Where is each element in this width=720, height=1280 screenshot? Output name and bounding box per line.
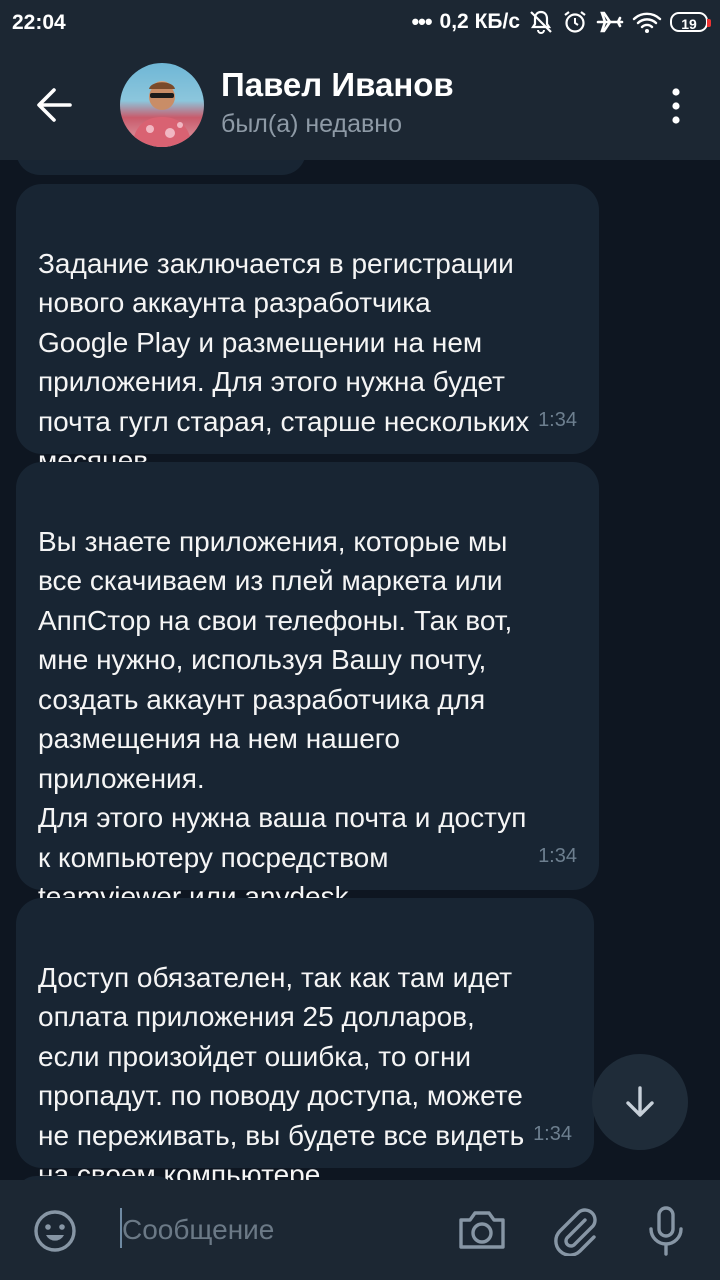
message-time: 1:34 [538,408,577,431]
message-text: Вы знаете приложения, которые мы все ска… [38,525,527,913]
voice-message-button[interactable] [646,1204,686,1258]
attach-button[interactable] [552,1204,598,1256]
arrow-down-icon [626,1086,654,1117]
status-indicators: ••• 0,2 КБ/с 19 [411,9,711,35]
airplane-icon [596,9,624,35]
smiley-icon [34,1210,76,1252]
message-bubble-partial [16,160,306,175]
more-menu-button[interactable] [668,86,684,126]
paperclip-icon [554,1208,597,1256]
message-text: Доступ обязателен, так как там идет опла… [38,961,525,1181]
dots-icon: ••• [411,9,432,34]
avatar-photo [132,82,192,147]
camera-icon [459,1211,505,1249]
contact-status: был(а) недавно [221,110,403,138]
contact-name[interactable]: Павел Иванов [221,66,454,104]
message-input[interactable] [122,1208,442,1252]
status-time: 22:04 [12,11,66,34]
message-bubble[interactable]: Вы знаете приложения, которые мы все ска… [16,462,599,912]
microphone-icon [649,1206,683,1256]
message-bubble[interactable]: Задание заключается в регистрации нового… [16,184,599,476]
arrow-left-icon [37,88,72,122]
network-speed: 0,2 КБ/с [439,10,520,33]
status-bar: 22:04 ••• 0,2 КБ/с 19 [0,0,720,48]
more-vertical-icon [672,88,680,124]
mute-icon [528,9,554,35]
back-button[interactable] [30,80,80,130]
wifi-icon [632,10,662,34]
message-list[interactable]: Задание заключается в регистрации нового… [0,160,720,1180]
emoji-button[interactable] [32,1208,78,1254]
message-text: Задание заключается в регистрации нового… [38,247,530,477]
battery-icon: 19 [670,12,711,32]
message-time: 1:34 [533,1122,572,1145]
message-time: 1:34 [538,844,577,867]
chat-header: Павел Иванов был(а) недавно [0,48,720,160]
scroll-to-bottom-button[interactable] [592,1054,688,1150]
camera-button[interactable] [456,1206,508,1254]
alarm-icon [562,9,588,35]
message-bubble[interactable]: Доступ обязателен, так как там идет опла… [16,898,594,1180]
avatar[interactable] [120,63,204,147]
message-input-bar [0,1180,720,1280]
